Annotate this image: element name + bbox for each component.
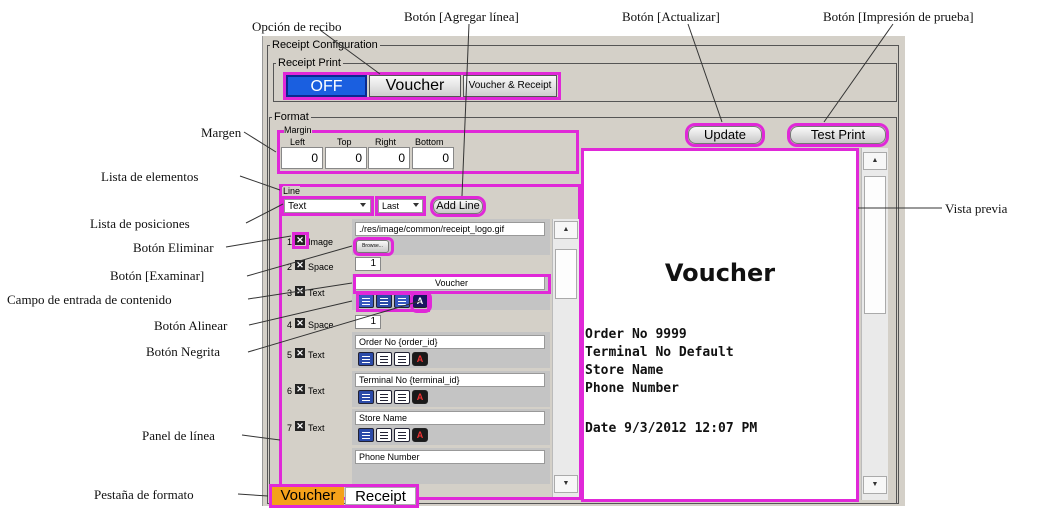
scroll-down-arrow-icon[interactable]: ▼ bbox=[554, 475, 578, 493]
preview-scroll-thumb[interactable] bbox=[864, 176, 886, 314]
receipt-configuration-title: Receipt Configuration bbox=[272, 39, 378, 51]
callout-add-line: Botón [Agregar línea] bbox=[404, 9, 519, 24]
margin-bottom-input[interactable]: 0 bbox=[412, 147, 454, 169]
row-6-delete-icon[interactable]: ✕ bbox=[295, 384, 305, 394]
row-6-align-right-button[interactable] bbox=[394, 390, 410, 404]
line-title: Line bbox=[283, 186, 301, 196]
row-6-number: 6 bbox=[287, 386, 293, 396]
receipt-option-voucher[interactable]: Voucher bbox=[369, 75, 461, 97]
callout-bold: Botón Negrita bbox=[146, 344, 221, 359]
row-5-align-left-button[interactable] bbox=[358, 352, 374, 366]
test-print-button[interactable]: Test Print bbox=[790, 126, 886, 144]
preview-scroll-down-arrow-icon[interactable]: ▼ bbox=[863, 476, 887, 494]
receipt-option-off[interactable]: OFF bbox=[286, 75, 367, 97]
callout-content-field: Campo de entrada de contenido bbox=[7, 292, 172, 307]
delete-highlight bbox=[292, 232, 309, 249]
browse-highlight bbox=[353, 237, 394, 256]
callout-align: Botón Alinear bbox=[154, 318, 228, 333]
row-5-type: Text bbox=[308, 350, 325, 360]
preview-scrollbar[interactable]: ▲ ▼ bbox=[861, 148, 888, 500]
row-7-number: 7 bbox=[287, 423, 293, 433]
row-4-number: 4 bbox=[287, 320, 293, 330]
row-7-align-left-button[interactable] bbox=[358, 428, 374, 442]
margin-label-right: Right bbox=[375, 137, 397, 147]
receipt-option-voucher-receipt[interactable]: Voucher & Receipt bbox=[463, 75, 557, 97]
callout-position-list: Lista de posiciones bbox=[90, 216, 190, 231]
callout-preview: Vista previa bbox=[945, 201, 1008, 216]
row-7-delete-icon[interactable]: ✕ bbox=[295, 421, 305, 431]
preview-line-terminal: Terminal No Default bbox=[585, 345, 734, 360]
callout-line-panel: Panel de línea bbox=[142, 428, 215, 443]
row-2-number: 2 bbox=[287, 262, 293, 272]
preview-scroll-up-arrow-icon[interactable]: ▲ bbox=[863, 152, 887, 170]
row-3-type: Text bbox=[308, 288, 325, 298]
row-7-type: Text bbox=[308, 423, 325, 433]
margin-title: Margin bbox=[284, 125, 312, 135]
element-select[interactable]: Text bbox=[284, 199, 371, 213]
receipt-print-title: Receipt Print bbox=[278, 57, 341, 69]
row-5-align-center-button[interactable] bbox=[376, 352, 392, 366]
preview-line-date: Date 9/3/2012 12:07 PM bbox=[585, 421, 758, 436]
row-1-image-path[interactable]: ./res/image/common/receipt_logo.gif bbox=[355, 222, 545, 236]
margin-right-input[interactable]: 0 bbox=[368, 147, 410, 169]
margin-label-top: Top bbox=[337, 137, 352, 147]
line-rows-area: 1 ✕ Image ./res/image/common/receipt_log… bbox=[282, 219, 550, 497]
preview-line-phone: Phone Number bbox=[585, 381, 679, 396]
row-6-align-center-button[interactable] bbox=[376, 390, 392, 404]
row-8-content-input[interactable]: Phone Number bbox=[355, 450, 545, 464]
margin-top-input[interactable]: 0 bbox=[325, 147, 367, 169]
row-3-number: 3 bbox=[287, 288, 293, 298]
callout-test-print: Botón [Impresión de prueba] bbox=[823, 9, 974, 24]
callout-element-list: Lista de elementos bbox=[101, 169, 199, 184]
content-field-highlight bbox=[353, 274, 551, 294]
row-7-content-input[interactable]: Store Name bbox=[355, 411, 545, 425]
callout-receipt-option: Opción de recibo bbox=[252, 19, 342, 34]
row-6-align-left-button[interactable] bbox=[358, 390, 374, 404]
position-select-chevron-down-icon bbox=[413, 203, 419, 207]
row-4-delete-icon[interactable]: ✕ bbox=[295, 318, 305, 328]
row-5-content-input[interactable]: Order No {order_id} bbox=[355, 335, 545, 349]
row-5-delete-icon[interactable]: ✕ bbox=[295, 348, 305, 358]
format-title: Format bbox=[274, 111, 309, 123]
preview-title: Voucher bbox=[664, 259, 776, 287]
callout-delete: Botón Eliminar bbox=[133, 240, 214, 255]
margin-label-left: Left bbox=[290, 137, 306, 147]
row-2-type: Space bbox=[308, 262, 334, 272]
row-3-delete-icon[interactable]: ✕ bbox=[295, 286, 305, 296]
row-6-type: Text bbox=[308, 386, 325, 396]
row-7-align-center-button[interactable] bbox=[376, 428, 392, 442]
row-7-align-right-button[interactable] bbox=[394, 428, 410, 442]
row-6-content-input[interactable]: Terminal No {terminal_id} bbox=[355, 373, 545, 387]
element-select-chevron-down-icon bbox=[360, 203, 366, 207]
callout-format-tab: Pestaña de formato bbox=[94, 487, 194, 502]
callout-update: Botón [Actualizar] bbox=[622, 9, 720, 24]
tab-voucher[interactable]: Voucher bbox=[272, 487, 344, 505]
margin-left-input[interactable]: 0 bbox=[281, 147, 323, 169]
row-7-bold-button[interactable]: A bbox=[412, 428, 428, 442]
row-5-align-right-button[interactable] bbox=[394, 352, 410, 366]
row-1-type: Image bbox=[308, 237, 334, 247]
row-4-type: Space bbox=[308, 320, 334, 330]
scroll-thumb[interactable] bbox=[555, 249, 577, 299]
row-4-space-input[interactable]: 1 bbox=[355, 315, 381, 329]
row-2-delete-icon[interactable]: ✕ bbox=[295, 260, 305, 270]
add-line-button[interactable]: Add Line bbox=[433, 199, 483, 214]
preview-panel: Voucher Order No 9999 Terminal No Defaul… bbox=[584, 151, 856, 499]
receipt-config-window: Receipt Configuration Receipt Print OFF … bbox=[262, 36, 905, 508]
callout-margin: Margen bbox=[201, 125, 242, 140]
row-6-bold-button[interactable]: A bbox=[412, 390, 428, 404]
update-button[interactable]: Update bbox=[688, 126, 762, 144]
tab-receipt[interactable]: Receipt bbox=[345, 487, 416, 505]
callout-browse: Botón [Examinar] bbox=[110, 268, 205, 283]
line-rows-scrollbar[interactable]: ▲ ▼ bbox=[552, 219, 579, 497]
row-5-bold-button[interactable]: A bbox=[412, 352, 428, 366]
margin-label-bottom: Bottom bbox=[415, 137, 444, 147]
scroll-up-arrow-icon[interactable]: ▲ bbox=[554, 221, 578, 239]
bold-highlight bbox=[410, 291, 432, 313]
row-2-space-input[interactable]: 1 bbox=[355, 257, 381, 271]
preview-line-store: Store Name bbox=[585, 363, 664, 378]
preview-line-order: Order No 9999 bbox=[585, 327, 687, 342]
row-5-number: 5 bbox=[287, 350, 293, 360]
